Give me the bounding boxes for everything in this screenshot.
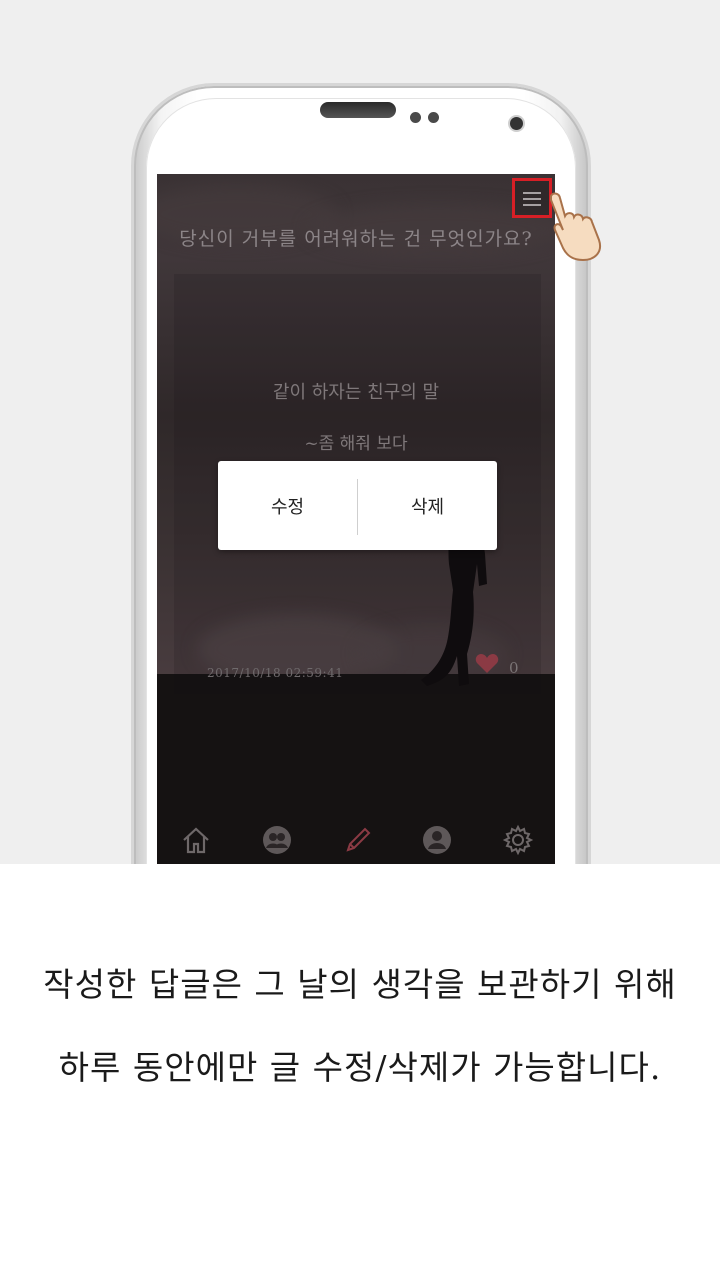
home-icon[interactable]: [180, 824, 212, 856]
profile-icon[interactable]: [421, 824, 453, 856]
settings-icon[interactable]: [502, 824, 534, 856]
heart-icon[interactable]: [475, 654, 499, 674]
phone-mockup-area: 당신이 거부를 어려워하는 건 무엇인가요? 같이 하자는 친구의 말 ~좀 해…: [0, 0, 720, 864]
caption-line1: 작성한 답글은 그 날의 생각을 보관하기 위해: [43, 965, 677, 1004]
answer-text-line1: 같이 하자는 친구의 말: [272, 382, 440, 403]
phone-speaker: [320, 102, 396, 118]
post-timestamp: 2017/10/18 02:59:41: [207, 666, 344, 680]
edit-button[interactable]: 수정: [218, 461, 357, 550]
hamburger-menu-icon: [523, 192, 541, 194]
caption-line2: 하루 동안에만 글 수정/삭제가 가능합니다.: [58, 1048, 662, 1087]
phone-camera: [510, 117, 523, 130]
edit-delete-dialog: 수정 삭제: [218, 461, 497, 550]
like-count: 0: [509, 659, 519, 677]
phone-sensor: [428, 112, 439, 123]
phone-sensor: [410, 112, 421, 123]
community-icon[interactable]: [261, 824, 293, 856]
pointing-hand-icon: [550, 192, 601, 262]
delete-button[interactable]: 삭제: [358, 461, 497, 550]
write-icon[interactable]: [342, 824, 374, 856]
bottom-navigation: [157, 814, 555, 864]
answer-text-line2: ~좀 해줘 보다: [304, 434, 408, 454]
question-text: 당신이 거부를 어려워하는 건 무엇인가요?: [179, 228, 533, 250]
